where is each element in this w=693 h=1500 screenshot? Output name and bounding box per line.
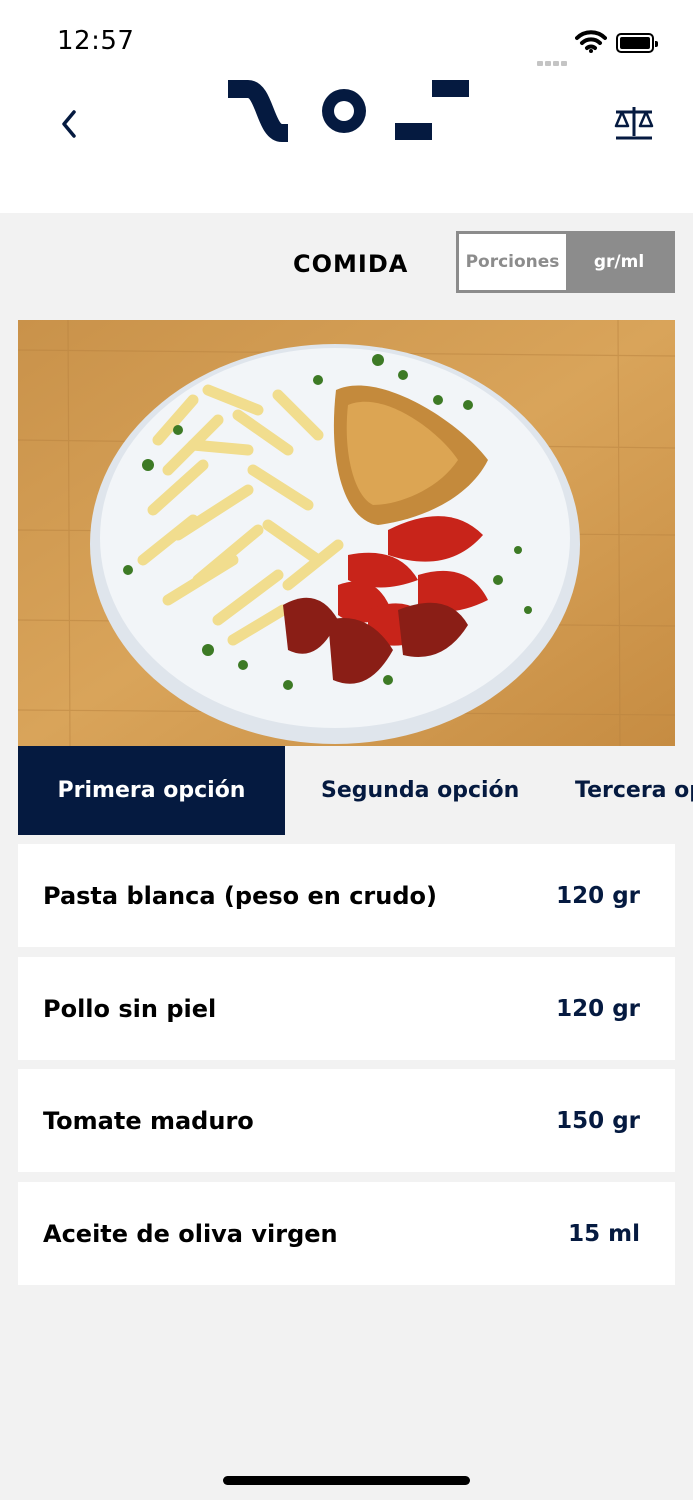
ingredient-quantity: 120 gr <box>556 882 640 909</box>
ingredient-name: Pasta blanca (peso en crudo) <box>43 881 437 910</box>
app-header <box>0 80 693 213</box>
toggle-option-gr-ml[interactable]: gr/ml <box>566 234 672 290</box>
brand-logo-icon <box>228 80 469 142</box>
cellular-signal-icon <box>537 47 569 66</box>
battery-icon <box>616 33 658 53</box>
ingredient-name: Aceite de oliva virgen <box>43 1219 338 1248</box>
toggle-option-porciones[interactable]: Porciones <box>459 234 566 290</box>
back-chevron-icon[interactable] <box>50 104 90 144</box>
tab-primera-opcion[interactable]: Primera opción <box>18 746 285 835</box>
ingredient-row: Pollo sin piel 120 gr <box>18 957 675 1060</box>
scale-icon[interactable] <box>612 106 656 144</box>
status-time: 12:57 <box>57 26 135 56</box>
tab-segunda-opcion[interactable]: Segunda opción <box>321 746 519 835</box>
meal-photo <box>18 320 675 746</box>
ingredient-quantity: 15 ml <box>568 1220 640 1247</box>
meal-title: COMIDA <box>293 250 409 278</box>
tab-tercera-opcion[interactable]: Tercera opción <box>575 746 693 835</box>
ingredient-name: Pollo sin piel <box>43 994 217 1023</box>
unit-toggle[interactable]: Porciones gr/ml <box>456 231 675 293</box>
ingredient-quantity: 120 gr <box>556 995 640 1022</box>
ingredient-row: Pasta blanca (peso en crudo) 120 gr <box>18 844 675 947</box>
ingredient-row: Aceite de oliva virgen 15 ml <box>18 1182 675 1285</box>
status-bar: 12:57 <box>0 0 693 80</box>
ingredient-row: Tomate maduro 150 gr <box>18 1069 675 1172</box>
wifi-icon <box>575 30 607 53</box>
home-indicator[interactable] <box>223 1476 470 1485</box>
meal-option-tabs: Primera opción Segunda opción Tercera op… <box>18 746 693 835</box>
ingredient-quantity: 150 gr <box>556 1107 640 1134</box>
ingredient-name: Tomate maduro <box>43 1106 254 1135</box>
